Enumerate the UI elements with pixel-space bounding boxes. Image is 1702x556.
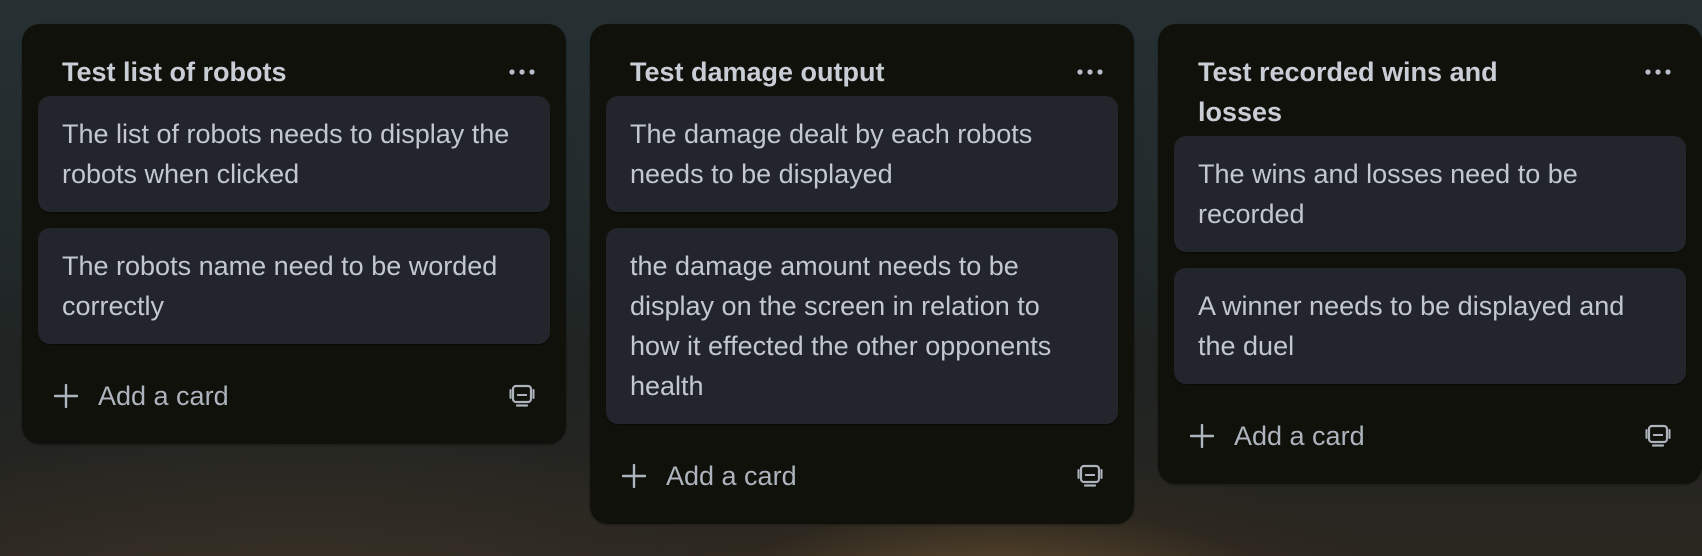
more-horizontal-icon bbox=[509, 69, 535, 75]
board: Test list of robots The list of robots n… bbox=[0, 0, 1702, 556]
list-footer: Add a card bbox=[1158, 400, 1702, 468]
card-list: The list of robots needs to display the … bbox=[22, 92, 566, 344]
plus-icon bbox=[54, 384, 78, 408]
list-menu-button[interactable] bbox=[1638, 52, 1678, 92]
create-from-template-button[interactable] bbox=[1070, 456, 1110, 496]
list-menu-button[interactable] bbox=[502, 52, 542, 92]
list-header: Test list of robots bbox=[22, 24, 566, 92]
list-title[interactable]: Test recorded wins and losses bbox=[1198, 52, 1538, 132]
list-test-recorded-wins-and-losses: Test recorded wins and losses The wins a… bbox=[1158, 24, 1702, 484]
plus-icon bbox=[622, 464, 646, 488]
create-from-template-button[interactable] bbox=[1638, 416, 1678, 456]
list-test-list-of-robots: Test list of robots The list of robots n… bbox=[22, 24, 566, 444]
list-header: Test recorded wins and losses bbox=[1158, 24, 1702, 132]
card-template-icon bbox=[1645, 424, 1671, 447]
list-footer: Add a card bbox=[22, 360, 566, 428]
add-card-label: Add a card bbox=[666, 460, 797, 491]
card[interactable]: The robots name need to be worded correc… bbox=[38, 228, 550, 344]
add-card-label: Add a card bbox=[1234, 420, 1365, 451]
more-horizontal-icon bbox=[1077, 69, 1103, 75]
list-footer: Add a card bbox=[590, 440, 1134, 508]
card-list: The wins and losses need to be recorded … bbox=[1158, 132, 1702, 384]
list-title[interactable]: Test list of robots bbox=[62, 52, 287, 92]
card[interactable]: A winner needs to be displayed and the d… bbox=[1174, 268, 1686, 384]
list-menu-button[interactable] bbox=[1070, 52, 1110, 92]
card-template-icon bbox=[1077, 464, 1103, 487]
add-card-button[interactable]: Add a card bbox=[622, 454, 797, 498]
add-card-button[interactable]: Add a card bbox=[54, 374, 229, 418]
plus-icon bbox=[1190, 424, 1214, 448]
create-from-template-button[interactable] bbox=[502, 376, 542, 416]
card[interactable]: The wins and losses need to be recorded bbox=[1174, 136, 1686, 252]
card-list: The damage dealt by each robots needs to… bbox=[590, 92, 1134, 424]
card[interactable]: The damage dealt by each robots needs to… bbox=[606, 96, 1118, 212]
card[interactable]: The list of robots needs to display the … bbox=[38, 96, 550, 212]
list-title[interactable]: Test damage output bbox=[630, 52, 885, 92]
more-horizontal-icon bbox=[1645, 69, 1671, 75]
add-card-button[interactable]: Add a card bbox=[1190, 414, 1365, 458]
card-template-icon bbox=[509, 384, 535, 407]
add-card-label: Add a card bbox=[98, 380, 229, 411]
list-header: Test damage output bbox=[590, 24, 1134, 92]
list-test-damage-output: Test damage output The damage dealt by e… bbox=[590, 24, 1134, 524]
card[interactable]: the damage amount needs to be display on… bbox=[606, 228, 1118, 424]
